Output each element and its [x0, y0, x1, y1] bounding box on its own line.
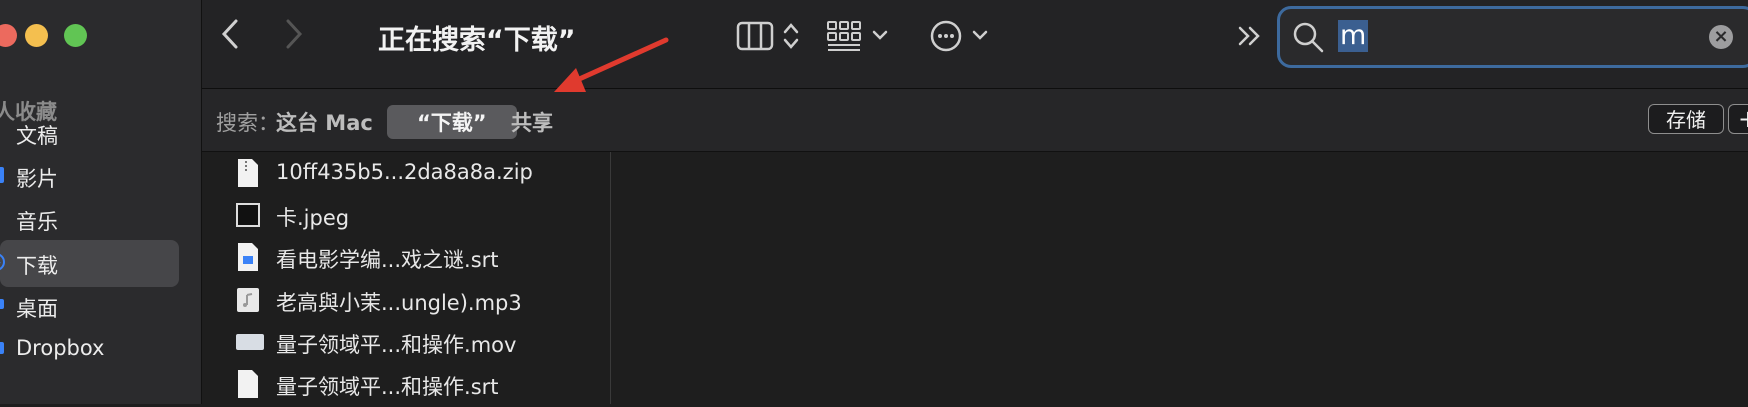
file-name: 量子领域平...和操作.mov: [276, 333, 517, 357]
image-file-icon: [236, 200, 260, 230]
toolbar: 正在搜索“下载” m ×: [202, 0, 1748, 89]
list-item[interactable]: 量子领域平...和操作.mov: [202, 321, 610, 365]
close-window-button[interactable]: [0, 24, 17, 47]
sidebar-item-dropbox[interactable]: Dropbox: [0, 326, 179, 373]
sidebar-item-desktop[interactable]: 桌面: [0, 283, 179, 330]
sidebar-item-label: Dropbox: [16, 336, 105, 360]
save-search-button[interactable]: 存储: [1648, 104, 1724, 134]
file-name: 卡.jpeg: [276, 206, 350, 230]
search-input[interactable]: m: [1338, 20, 1369, 52]
sidebar-item-label: 文稿: [16, 124, 58, 148]
file-name: 量子领域平...和操作.srt: [276, 375, 499, 399]
chevron-right-icon: [286, 19, 303, 49]
chevron-updown-icon: [783, 23, 799, 49]
sidebar-item-documents[interactable]: 文稿: [0, 110, 179, 157]
list-item[interactable]: 老高與小茉...ungle).mp3: [202, 279, 610, 323]
zip-file-icon: [236, 158, 260, 188]
video-file-icon: [236, 327, 264, 357]
sidebar-item-label: 音乐: [16, 210, 58, 234]
scope-option-this-mac[interactable]: 这台 Mac: [276, 107, 373, 137]
grid-view-icon: [827, 21, 861, 51]
toolbar-overflow-button[interactable]: [1236, 22, 1264, 54]
file-name: 10ff435b5...2da8a8a.zip: [276, 160, 533, 184]
sidebar-item-downloads[interactable]: 下载: [0, 240, 179, 287]
view-columns-button[interactable]: [736, 20, 806, 56]
chevron-down-icon: [872, 30, 888, 40]
chevron-left-icon: [221, 19, 238, 49]
action-menu-button[interactable]: [930, 20, 992, 56]
scope-option-shared[interactable]: 共享: [511, 107, 553, 137]
list-item[interactable]: 看电影学编...戏之谜.srt: [202, 236, 610, 280]
close-icon: ×: [1713, 26, 1729, 47]
add-criteria-button[interactable]: +: [1728, 104, 1748, 134]
list-item[interactable]: 10ff435b5...2da8a8a.zip: [202, 152, 610, 196]
chevron-down-icon: [972, 30, 988, 40]
file-name: 看电影学编...戏之谜.srt: [276, 248, 499, 272]
sidebar-item-label: 影片: [16, 167, 58, 191]
preview-pane: [611, 152, 1748, 404]
double-chevron-right-icon: [1238, 26, 1260, 46]
text-file-icon: [236, 242, 260, 272]
file-list: 10ff435b5...2da8a8a.zip 卡.jpeg 看电影学编...戏…: [202, 152, 611, 404]
back-button[interactable]: [220, 18, 240, 54]
clear-search-button[interactable]: ×: [1709, 25, 1733, 49]
file-name: 老高與小茉...ungle).mp3: [276, 291, 522, 315]
maximize-window-button[interactable]: [64, 24, 87, 47]
text-file-icon: [236, 369, 260, 399]
scope-label: 搜索：: [216, 111, 279, 135]
annotation-arrow-icon: [554, 37, 669, 92]
minimize-window-button[interactable]: [25, 24, 48, 47]
dropbox-icon: [0, 338, 6, 358]
search-field[interactable]: m ×: [1277, 6, 1748, 68]
downloads-icon: [0, 252, 6, 272]
movies-icon: [0, 165, 6, 185]
sidebar-item-movies[interactable]: 影片: [0, 153, 179, 200]
audio-file-icon: [236, 285, 260, 315]
more-icon: [930, 20, 962, 52]
sidebar-item-label: 桌面: [16, 297, 58, 321]
sidebar: 人收藏 文稿 影片 音乐 下载 桌面 Dropbox: [0, 0, 202, 404]
forward-button[interactable]: [284, 18, 304, 54]
group-by-button[interactable]: [826, 20, 892, 56]
search-scope-bar: 搜索： 这台 Mac “下载” 共享 存储 +: [202, 89, 1748, 152]
desktop-icon: [0, 295, 6, 315]
columns-view-icon: [736, 21, 774, 51]
sidebar-item-label: 下载: [16, 254, 58, 278]
search-icon: [1292, 21, 1326, 59]
scope-option-downloads[interactable]: “下载”: [387, 105, 517, 139]
sidebar-item-music[interactable]: 音乐: [0, 196, 179, 243]
list-item[interactable]: 量子领域平...和操作.srt: [202, 363, 610, 407]
list-item[interactable]: 卡.jpeg: [202, 194, 610, 238]
